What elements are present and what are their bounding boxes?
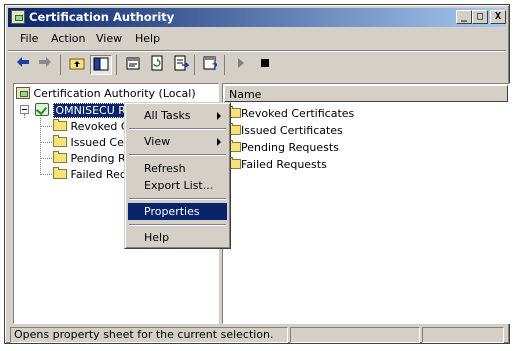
forward-arrow-icon: [39, 57, 51, 67]
list-item-label: Revoked Certificates: [241, 107, 355, 120]
svg-text:?: ?: [212, 62, 218, 71]
start-service-icon: [238, 58, 244, 68]
tree-item-revoked[interactable]: Revoked Ce: [53, 119, 135, 133]
tree-connector: [40, 126, 52, 127]
menu-separator: [129, 198, 226, 200]
menu-item-label: Properties: [144, 205, 200, 218]
menu-separator: [129, 128, 226, 130]
folder-icon: [53, 167, 67, 179]
refresh-icon: [151, 55, 163, 71]
menu-item-label: Help: [144, 231, 170, 244]
stop-service-icon: [261, 59, 269, 67]
back-arrow-icon: [17, 57, 29, 67]
menu-item-label: Refresh: [144, 162, 186, 175]
list-item[interactable]: Failed Requests: [227, 157, 327, 171]
context-menu: All Tasks View Refresh Export List... Pr…: [124, 102, 231, 249]
export-list-button[interactable]: [170, 55, 192, 75]
tree-root-label: Certification Authority (Local): [33, 87, 196, 100]
menu-item-label: Export List...: [144, 179, 214, 192]
collapse-toggle[interactable]: [20, 105, 29, 114]
menu-item-view[interactable]: View: [128, 133, 227, 150]
properties-button[interactable]: [122, 55, 144, 75]
list-item[interactable]: Issued Certificates: [227, 123, 343, 137]
menu-action[interactable]: Action: [51, 32, 85, 45]
title-bar[interactable]: Certification Authority _ □ X: [8, 8, 506, 27]
mmc-window: Certification Authority _ □ X File Actio…: [4, 4, 510, 344]
list-item-label: Pending Requests: [241, 141, 339, 154]
tree-connector: [40, 142, 52, 143]
toolbar: ?: [8, 52, 506, 78]
export-list-icon: [174, 55, 190, 71]
submenu-arrow-icon: [217, 112, 221, 120]
menu-item-properties[interactable]: Properties: [128, 203, 227, 220]
menu-help[interactable]: Help: [135, 32, 160, 45]
folder-icon: [53, 151, 67, 163]
start-service-button[interactable]: [230, 55, 252, 75]
refresh-button[interactable]: [146, 55, 168, 75]
tree-connector: [24, 114, 25, 118]
menu-separator: [129, 224, 226, 226]
show-hide-tree-icon: [93, 57, 109, 71]
toolbar-separator: [224, 55, 225, 75]
ca-server-check-icon: [35, 103, 49, 116]
tree-item-issued[interactable]: Issued Cert: [53, 135, 133, 149]
forward-button[interactable]: [34, 55, 56, 75]
up-one-level-button[interactable]: [66, 55, 88, 75]
toolbar-separator: [116, 55, 117, 75]
help-button[interactable]: ?: [200, 55, 222, 75]
menu-view[interactable]: View: [96, 32, 122, 45]
list-item-label: Issued Certificates: [241, 124, 343, 137]
close-button[interactable]: X: [490, 10, 506, 24]
menu-separator: [129, 154, 226, 156]
tree-item-failed[interactable]: Failed Requ: [53, 167, 134, 181]
menu-item-label: All Tasks: [144, 109, 191, 122]
properties-icon: [126, 57, 140, 70]
certificate-app-icon[interactable]: [11, 10, 25, 24]
status-bar: Opens property sheet for the current sel…: [8, 326, 506, 344]
up-folder-icon: [69, 58, 85, 70]
tree-connector: [40, 174, 52, 175]
stop-service-button[interactable]: [254, 55, 276, 75]
window-title: Certification Authority: [29, 10, 175, 24]
toolbar-separator: [60, 55, 61, 75]
toolbar-separator: [194, 55, 195, 75]
help-icon: ?: [203, 56, 218, 73]
maximize-button[interactable]: □: [472, 10, 488, 24]
certificate-authority-icon: [16, 87, 30, 99]
minimize-button[interactable]: _: [456, 10, 472, 24]
folder-icon: [53, 119, 67, 131]
folder-icon: [53, 135, 67, 147]
menu-file[interactable]: File: [20, 32, 38, 45]
submenu-arrow-icon: [217, 138, 221, 146]
list-item-label: Failed Requests: [241, 158, 327, 171]
list-item[interactable]: Pending Requests: [227, 140, 339, 154]
column-header-name[interactable]: Name: [224, 85, 508, 102]
status-panel: [422, 327, 504, 343]
show-hide-console-tree-button[interactable]: [90, 55, 112, 75]
tree-connector: [40, 158, 52, 159]
menu-item-all-tasks[interactable]: All Tasks: [128, 107, 227, 124]
tree-node-root[interactable]: Certification Authority (Local): [16, 87, 196, 100]
menu-bar: File Action View Help: [8, 29, 506, 49]
list-item[interactable]: Revoked Certificates: [227, 106, 355, 120]
menu-item-refresh[interactable]: Refresh: [128, 160, 227, 177]
menu-item-help[interactable]: Help: [128, 229, 227, 246]
results-list-pane[interactable]: Name Revoked Certificates Issued Certifi…: [222, 83, 510, 324]
status-text: Opens property sheet for the current sel…: [10, 327, 288, 343]
status-panel: [290, 327, 420, 343]
column-header-label: Name: [229, 88, 262, 101]
menu-item-label: View: [144, 135, 171, 148]
menu-item-export-list[interactable]: Export List...: [128, 177, 227, 194]
back-button[interactable]: [12, 55, 34, 75]
